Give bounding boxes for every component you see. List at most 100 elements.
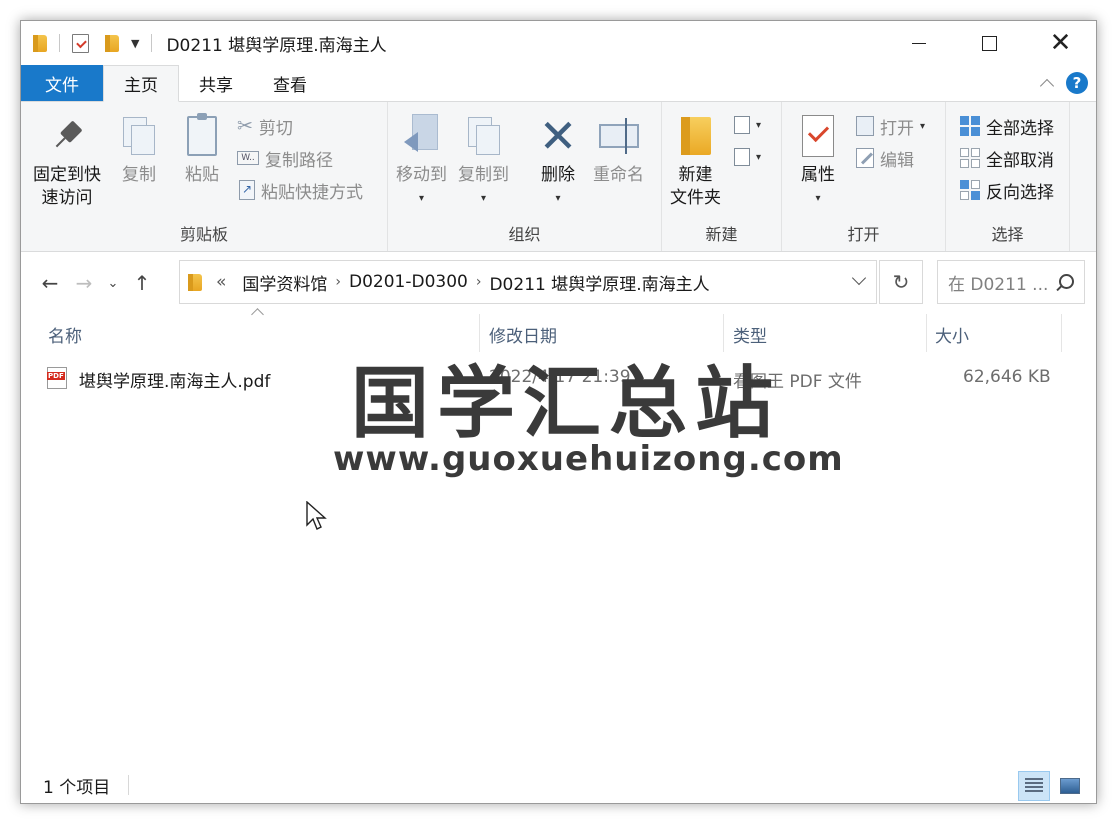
properties-icon[interactable] xyxy=(72,33,89,53)
new-folder-button[interactable]: 新建 文件夹 xyxy=(670,112,721,210)
tab-file[interactable]: 文件 xyxy=(21,65,103,101)
paste-shortcut-label: 粘贴快捷方式 xyxy=(261,182,363,203)
open-button[interactable]: 打开 ▾ xyxy=(856,113,925,139)
folder-icon xyxy=(33,34,47,52)
move-to-button[interactable]: 移动到 ▾ xyxy=(396,112,447,210)
copy-path-icon: W.. xyxy=(237,151,259,165)
up-arrow-icon[interactable]: ↑ xyxy=(125,271,159,295)
edit-icon xyxy=(856,148,874,168)
scissors-icon: ✂ xyxy=(237,115,253,137)
forward-arrow-icon[interactable]: → xyxy=(67,271,101,295)
open-label: 打开 xyxy=(880,118,914,139)
clipboard-group: 固定到快 速访问 复制 粘贴 ✂ 剪切 W.. 复制路径 粘贴快捷方式 xyxy=(21,102,388,251)
column-header-name[interactable]: 名称 xyxy=(48,322,82,347)
status-bar: 1 个项目 xyxy=(21,767,1096,803)
cut-button[interactable]: ✂ 剪切 xyxy=(237,113,293,139)
address-history-chevron-down-icon[interactable] xyxy=(851,270,867,286)
delete-chevron-down-icon: ▾ xyxy=(555,193,561,204)
address-bar[interactable]: « 国学资料馆 › D0201-D0300 › D0211 堪舆学原理.南海主人 xyxy=(179,260,877,304)
column-header-size[interactable]: 大小 xyxy=(935,322,969,347)
select-group: 全部选择 全部取消 反向选择 选择 xyxy=(946,102,1070,251)
select-none-button[interactable]: 全部取消 xyxy=(960,145,1054,171)
recent-locations-chevron-down-icon[interactable]: ⌄ xyxy=(101,276,125,291)
open-group-label: 打开 xyxy=(847,225,880,244)
pin-quick-access-button[interactable]: 固定到快 速访问 xyxy=(33,112,101,210)
easy-access-button[interactable]: ▾ xyxy=(734,144,761,170)
tab-share[interactable]: 共享 xyxy=(179,65,253,101)
rename-button[interactable]: 重命名 xyxy=(593,112,644,187)
breadcrumb-item[interactable]: 国学资料馆 xyxy=(242,270,327,295)
edit-button[interactable]: 编辑 xyxy=(856,145,914,171)
copy-to-label: 复制到 xyxy=(458,165,509,185)
chevron-right-icon[interactable]: › xyxy=(335,274,341,290)
minimize-button[interactable] xyxy=(883,21,954,65)
select-none-label: 全部取消 xyxy=(986,150,1054,171)
divider[interactable] xyxy=(1061,314,1062,352)
divider[interactable] xyxy=(926,314,927,352)
new-folder-icon[interactable] xyxy=(105,34,119,52)
delete-button[interactable]: ✕ 删除 ▾ xyxy=(538,112,578,210)
file-name[interactable]: 堪舆学原理.南海主人.pdf xyxy=(79,367,270,392)
new-folder-label-line1: 新建 xyxy=(678,165,713,185)
new-item-chevron-down-icon: ▾ xyxy=(756,119,762,131)
pin-label-line2: 速访问 xyxy=(41,188,93,208)
breadcrumb-item[interactable]: D0211 堪舆学原理.南海主人 xyxy=(489,270,709,295)
back-arrow-icon[interactable]: ← xyxy=(33,271,67,295)
invert-selection-label: 反向选择 xyxy=(986,182,1054,203)
view-switcher xyxy=(1018,771,1086,801)
tab-view[interactable]: 查看 xyxy=(253,65,327,101)
large-icons-view-icon xyxy=(1060,778,1080,794)
invert-selection-icon xyxy=(960,180,980,200)
copy-to-chevron-down-icon: ▾ xyxy=(480,193,487,204)
ribbon-tabs: 文件 主页 共享 查看 ? xyxy=(21,65,1096,102)
organize-group: 移动到 ▾ 复制到 ▾ ✕ 删除 ▾ 重命名 组织 xyxy=(388,102,662,251)
collapse-ribbon-icon[interactable] xyxy=(1039,78,1055,94)
maximize-button[interactable] xyxy=(954,21,1025,65)
copy-path-label: 复制路径 xyxy=(265,150,333,171)
paste-shortcut-button[interactable]: 粘贴快捷方式 xyxy=(239,177,363,203)
new-group: 新建 文件夹 ▾ ▾ 新建 xyxy=(662,102,782,251)
new-item-button[interactable]: ▾ xyxy=(734,112,761,138)
help-icon[interactable]: ? xyxy=(1066,72,1088,94)
details-view-icon xyxy=(1025,778,1043,794)
search-input[interactable]: 在 D0211 ... xyxy=(937,260,1085,304)
window-title: D0211 堪舆学原理.南海主人 xyxy=(166,35,387,56)
refresh-icon: ↻ xyxy=(892,270,910,294)
navigation-bar: ← → ⌄ ↑ « 国学资料馆 › D0201-D0300 › D0211 堪舆… xyxy=(21,252,1096,314)
large-icons-view-button[interactable] xyxy=(1054,771,1086,801)
divider xyxy=(128,775,130,795)
properties-icon xyxy=(802,115,834,157)
copy-path-button[interactable]: W.. 复制路径 xyxy=(237,145,333,171)
paste-button[interactable]: 粘贴 xyxy=(182,112,222,187)
rename-icon xyxy=(598,118,639,154)
edit-label: 编辑 xyxy=(880,150,914,171)
copy-icon xyxy=(123,117,155,155)
breadcrumb-item[interactable]: D0201-D0300 xyxy=(349,272,468,292)
breadcrumb-overflow[interactable]: « xyxy=(216,272,226,292)
copy-to-button[interactable]: 复制到 ▾ xyxy=(458,112,509,210)
invert-selection-button[interactable]: 反向选择 xyxy=(960,177,1054,203)
shortcut-icon xyxy=(239,180,255,200)
title-bar: ▼ D0211 堪舆学原理.南海主人 ✕ xyxy=(21,21,1096,65)
search-icon xyxy=(1059,274,1074,289)
properties-button[interactable]: 属性 ▾ xyxy=(798,112,838,210)
close-button[interactable]: ✕ xyxy=(1025,21,1096,65)
pin-label-line1: 固定到快 xyxy=(33,165,101,185)
properties-chevron-down-icon: ▾ xyxy=(815,193,821,204)
minimize-icon xyxy=(911,42,926,44)
quick-access-toolbar: ▼ xyxy=(21,21,158,65)
details-view-button[interactable] xyxy=(1018,771,1050,801)
open-chevron-down-icon: ▾ xyxy=(920,120,926,132)
customize-toolbar-chevron-down-icon[interactable]: ▼ xyxy=(131,37,139,50)
delete-label: 删除 xyxy=(541,165,575,185)
refresh-button[interactable]: ↻ xyxy=(879,260,923,304)
new-item-icon xyxy=(734,116,750,134)
copy-button[interactable]: 复制 xyxy=(119,112,159,187)
cut-label: 剪切 xyxy=(258,118,293,139)
select-all-button[interactable]: 全部选择 xyxy=(960,113,1054,139)
tab-home[interactable]: 主页 xyxy=(103,65,179,102)
watermark-title: 国学汇总站 xyxy=(351,359,782,449)
copy-label: 复制 xyxy=(122,165,156,185)
chevron-right-icon[interactable]: › xyxy=(476,274,482,290)
new-folder-icon xyxy=(680,117,711,155)
